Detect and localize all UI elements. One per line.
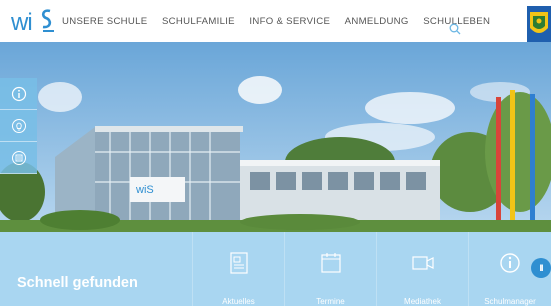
nav-info-service[interactable]: INFO & SERVICE — [249, 16, 330, 27]
coat-of-arms-icon — [527, 6, 551, 46]
side-menu-button[interactable] — [0, 142, 37, 174]
hero-image: wiS — [0, 42, 551, 232]
side-quick-buttons — [0, 78, 37, 174]
wis-logo-icon: wi — [10, 9, 54, 36]
svg-text:wi: wi — [10, 9, 32, 36]
main-nav: UNSERE SCHULE SCHULFAMILIE INFO & SERVIC… — [62, 0, 505, 42]
slider-pause-button[interactable]: II — [531, 258, 551, 278]
tile-label-aktuelles: Aktuelles — [222, 297, 255, 306]
site-logo[interactable]: wi — [10, 6, 60, 36]
site-header: wi UNSERE SCHULE SCHULFAMILIE INFO & SER… — [0, 0, 551, 46]
svg-text:wiS: wiS — [135, 184, 154, 196]
search-icon[interactable] — [449, 23, 461, 35]
quick-links-title: Schnell gefunden — [17, 275, 138, 291]
info-icon — [500, 253, 520, 273]
tile-aktuelles[interactable]: Aktuelles — [192, 232, 284, 306]
menu-card-icon — [11, 150, 26, 165]
calendar-icon — [320, 253, 341, 273]
pause-icon: II — [539, 263, 543, 273]
lightbulb-icon — [11, 118, 26, 133]
video-icon — [411, 256, 434, 270]
school-building-photo: wiS — [0, 42, 551, 232]
side-info-button[interactable] — [0, 78, 37, 110]
tile-mediathek[interactable]: Mediathek — [376, 232, 468, 306]
tile-label-schulmanager: Schulmanager — [484, 297, 536, 306]
tile-label-termine: Termine — [316, 297, 345, 306]
side-idea-button[interactable] — [0, 110, 37, 142]
nav-anmeldung[interactable]: ANMELDUNG — [345, 16, 409, 27]
nav-unsere-schule[interactable]: UNSERE SCHULE — [62, 16, 147, 27]
nav-schulfamilie[interactable]: SCHULFAMILIE — [162, 16, 235, 27]
quick-links-bar: Schnell gefunden Aktuelles Termine Media… — [0, 232, 551, 306]
tile-label-mediathek: Mediathek — [404, 297, 441, 306]
tile-termine[interactable]: Termine — [284, 232, 376, 306]
info-icon — [11, 86, 26, 101]
newspaper-icon — [229, 252, 248, 274]
